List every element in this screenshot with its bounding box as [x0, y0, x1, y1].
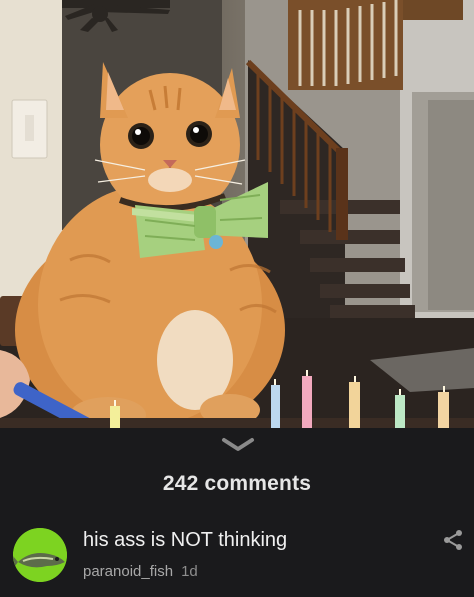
comment-meta: paranoid_fish 1d — [83, 563, 198, 580]
fish-avatar-icon[interactable] — [13, 528, 67, 582]
share-icon[interactable] — [443, 529, 463, 551]
chevron-down-icon[interactable] — [221, 436, 255, 454]
comment-username[interactable]: paranoid_fish — [83, 563, 173, 580]
cat-photo-illustration — [0, 0, 474, 428]
comment-age: 1d — [181, 563, 198, 580]
comments-count-label[interactable]: 242 comments — [0, 472, 474, 496]
comment-body: his ass is NOT thinking — [83, 529, 288, 551]
post-image[interactable] — [0, 0, 474, 428]
